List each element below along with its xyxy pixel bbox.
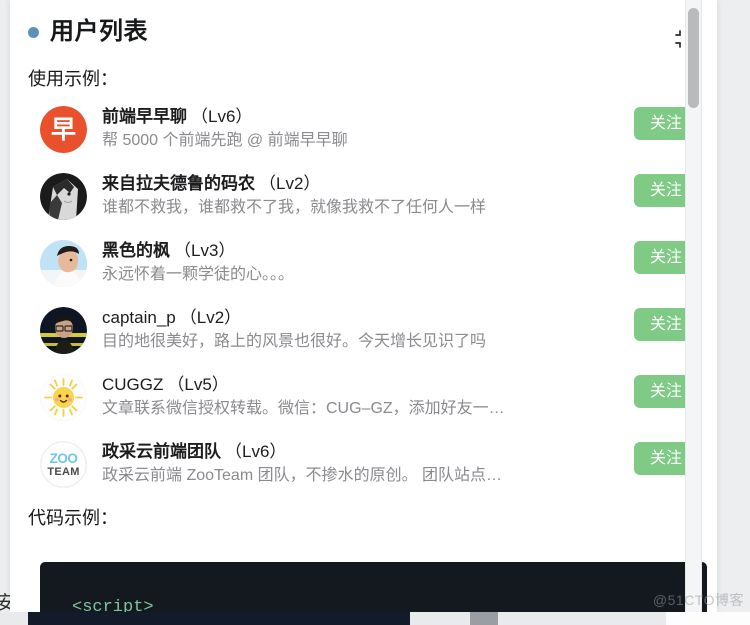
user-description: 谁都不救我，谁都救不了我，就像我救不了任何人一样	[102, 199, 487, 217]
page-title: 用户列表	[28, 20, 148, 44]
usage-example-label: 使用示例：	[28, 69, 118, 89]
user-list-card: 用户列表 使用示例： 早 前端早早聊 （Lv6） 帮 5000 个前端先跑 @ …	[10, 0, 717, 612]
list-item[interactable]: CUGGZ （Lv5） 文章联系微信授权转载。微信：CUG–GZ，添加好友一… …	[10, 364, 717, 431]
user-description: 永远怀着一颗学徒的心。。。	[102, 266, 295, 284]
user-level: （Lv2）	[259, 174, 321, 194]
user-name: 来自拉夫德鲁的码农	[102, 174, 255, 194]
user-description: 目的地很美好，路上的风景也很好。今天增长见识了吗	[102, 333, 487, 351]
svg-text:早: 早	[51, 115, 76, 144]
list-item-meta: captain_p （Lv2） 目的地很美好，路上的风景也很好。今天增长见识了吗	[102, 307, 717, 353]
code-block[interactable]: <script>	[40, 562, 707, 612]
list-item[interactable]: 黑色的枫 （Lv3） 永远怀着一颗学徒的心。。。 关注	[10, 230, 717, 297]
svg-text:TEAM: TEAM	[47, 466, 79, 478]
user-name: 前端早早聊	[102, 107, 187, 127]
user-name: captain_p	[102, 308, 176, 328]
list-item-meta: 来自拉夫德鲁的码农 （Lv2） 谁都不救我，谁都救不了我，就像我救不了任何人一样	[102, 173, 717, 219]
user-description: 政采云前端 ZooTeam 团队，不掺水的原创。 团队站点…	[102, 467, 503, 485]
list-item[interactable]: ZOO TEAM 政采云前端团队 （Lv6） 政采云前端 ZooTeam 团队，…	[10, 431, 717, 498]
user-level: （Lv3）	[174, 241, 236, 261]
taskbar-segment	[666, 612, 750, 625]
avatar[interactable]	[40, 173, 87, 220]
list-item-meta: 前端早早聊 （Lv6） 帮 5000 个前端先跑 @ 前端早早聊	[102, 106, 717, 152]
user-level: （Lv5）	[167, 375, 229, 395]
page-title-text: 用户列表	[50, 18, 148, 45]
code-example-label: 代码示例：	[28, 508, 118, 528]
svg-text:ZOO: ZOO	[50, 451, 78, 466]
list-item-meta: 黑色的枫 （Lv3） 永远怀着一颗学徒的心。。。	[102, 240, 717, 286]
bullet-dot-icon	[28, 26, 39, 38]
list-item[interactable]: 来自拉夫德鲁的码农 （Lv2） 谁都不救我，谁都救不了我，就像我救不了任何人一样…	[10, 163, 717, 230]
avatar[interactable]	[40, 240, 87, 287]
list-item[interactable]: captain_p （Lv2） 目的地很美好，路上的风景也很好。今天增长见识了吗…	[10, 297, 717, 364]
taskbar-segment	[0, 612, 28, 625]
user-description: 文章联系微信授权转载。微信：CUG–GZ，添加好友一…	[102, 400, 505, 418]
user-nameline: 来自拉夫德鲁的码农 （Lv2）	[102, 173, 621, 196]
avatar[interactable]: ZOO TEAM	[40, 441, 87, 488]
user-nameline: captain_p （Lv2）	[102, 307, 621, 330]
user-level: （Lv2）	[179, 308, 242, 328]
user-nameline: 黑色的枫 （Lv3）	[102, 240, 621, 263]
scrollbar-thumb[interactable]	[688, 8, 699, 108]
taskbar-segment	[470, 612, 498, 625]
avatar[interactable]: 早	[40, 106, 87, 153]
bottom-taskbar-strip	[0, 612, 750, 625]
card-header: 用户列表	[10, 0, 717, 62]
avatar[interactable]	[40, 307, 87, 354]
user-level: （Lv6）	[225, 442, 287, 462]
list-item-meta: 政采云前端团队 （Lv6） 政采云前端 ZooTeam 团队，不掺水的原创。 团…	[102, 441, 717, 487]
code-line: <script>	[72, 598, 154, 612]
user-name: 黑色的枫	[102, 241, 170, 261]
list-item[interactable]: 早 前端早早聊 （Lv6） 帮 5000 个前端先跑 @ 前端早早聊 关注	[10, 96, 717, 163]
taskbar-segment	[410, 612, 470, 625]
user-name: 政采云前端团队	[102, 442, 221, 462]
user-nameline: 前端早早聊 （Lv6）	[102, 106, 621, 129]
user-nameline: 政采云前端团队 （Lv6）	[102, 441, 621, 464]
user-name: CUGGZ	[102, 375, 164, 395]
user-level: （Lv6）	[191, 107, 253, 127]
taskbar-segment	[498, 612, 666, 625]
user-nameline: CUGGZ （Lv5）	[102, 374, 621, 397]
avatar[interactable]	[40, 374, 87, 421]
user-list: 早 前端早早聊 （Lv6） 帮 5000 个前端先跑 @ 前端早早聊 关注 来自…	[10, 96, 717, 498]
user-description: 帮 5000 个前端先跑 @ 前端早早聊	[102, 132, 348, 150]
list-item-meta: CUGGZ （Lv5） 文章联系微信授权转载。微信：CUG–GZ，添加好友一…	[102, 374, 717, 420]
vertical-scrollbar[interactable]	[685, 0, 702, 612]
